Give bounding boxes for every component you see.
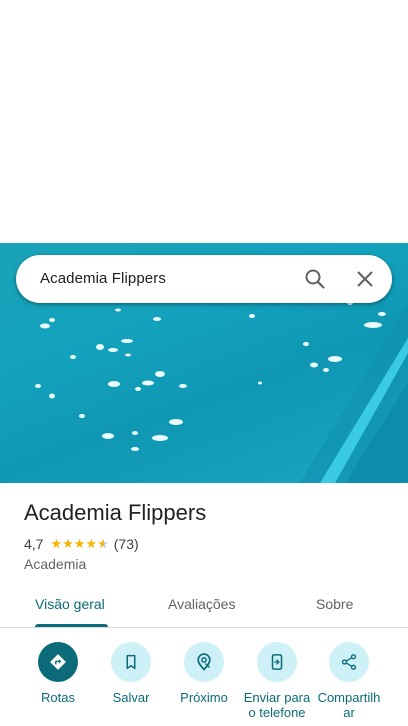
star-icon: ★ xyxy=(73,536,86,551)
active-tab-indicator xyxy=(35,624,108,627)
tab-reviews[interactable]: Avaliações xyxy=(168,596,235,612)
close-icon[interactable] xyxy=(353,267,377,291)
search-query-text[interactable]: Academia Flippers xyxy=(40,270,166,287)
send-to-phone-circle xyxy=(257,642,297,682)
place-tabs: Visão geral Avaliações Sobre xyxy=(0,585,408,628)
review-count[interactable]: (73) xyxy=(114,536,139,552)
rating-value: 4,7 xyxy=(24,536,44,552)
directions-icon xyxy=(50,654,66,670)
save-circle xyxy=(111,642,151,682)
search-icon[interactable] xyxy=(303,267,327,291)
directions-circle xyxy=(38,642,78,682)
star-icon: ★ xyxy=(62,536,74,551)
star-rating: ★ ★ ★ ★ ★ xyxy=(50,537,108,551)
save-button[interactable]: Salvar xyxy=(96,642,166,705)
rating-row[interactable]: 4,7 ★ ★ ★ ★ ★ (73) xyxy=(24,536,139,552)
search-bar[interactable]: Academia Flippers xyxy=(16,255,392,303)
share-button[interactable]: Compartilhar xyxy=(314,642,384,720)
half-star-icon: ★ xyxy=(97,536,109,551)
nearby-label: Próximo xyxy=(180,690,228,705)
star-icon: ★ xyxy=(50,536,63,551)
nearby-button[interactable]: Próximo xyxy=(169,642,239,705)
directions-label: Rotas xyxy=(41,690,75,705)
tab-about[interactable]: Sobre xyxy=(316,596,353,612)
share-circle xyxy=(329,642,369,682)
nearby-circle xyxy=(184,642,224,682)
nearby-icon xyxy=(197,653,211,671)
tab-overview[interactable]: Visão geral xyxy=(35,596,105,612)
directions-button[interactable]: Rotas xyxy=(23,642,93,705)
save-label: Salvar xyxy=(112,690,150,705)
send-to-phone-icon xyxy=(271,654,283,670)
place-category: Academia xyxy=(24,556,87,572)
bookmark-icon xyxy=(126,654,136,670)
share-label: Compartilhar xyxy=(317,690,381,720)
map-blank-area xyxy=(0,0,408,243)
star-icon: ★ xyxy=(85,536,98,551)
share-icon xyxy=(341,654,357,670)
place-title: Academia Flippers xyxy=(24,500,207,525)
send-to-phone-button[interactable]: Enviar para o telefone xyxy=(242,642,312,720)
send-to-phone-label: Enviar para o telefone xyxy=(243,690,311,720)
